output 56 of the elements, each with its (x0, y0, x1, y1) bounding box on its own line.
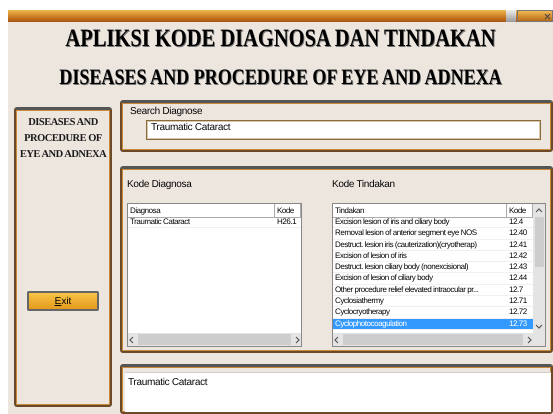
table-cell-text: 12.44 (508, 273, 528, 284)
table-row[interactable]: Destruct. lesion iris (cauterization)(cryotherap) 12.41 (333, 240, 533, 251)
side-panel-title: DISEASES AND PROCEDURE OF EYE AND ADNEXA (18, 116, 108, 162)
exit-button[interactable]: Exit (27, 291, 99, 311)
vertical-scrollbar[interactable] (533, 204, 545, 346)
table-row[interactable]: Removal lesion of anterior segment eye NOS 12.40 (333, 228, 533, 240)
column-header[interactable]: Diagnosa (128, 204, 275, 218)
column-header[interactable]: Tindakan (333, 204, 507, 218)
table-cell-text: Excision lesion of iris and ciliary body (334, 217, 450, 228)
scroll-left-icon[interactable] (333, 336, 341, 344)
tindakan-label: Kode Tindakan (332, 179, 396, 191)
search-label: Search Diagnose (130, 106, 204, 118)
table-cell-text: H26.1 (276, 217, 298, 228)
table-cell-text: 12.42 (508, 250, 528, 262)
table-cell-text: 12.73 (508, 318, 528, 329)
table-row[interactable]: Excision of lesion of iris 12.42 (333, 250, 533, 262)
table-cell-text: 12.7 (508, 284, 524, 296)
table-cell-text: Excision of lesion of iris (334, 250, 408, 262)
table-cell-text: Cyclophotocoagulation (334, 318, 408, 329)
diagnosa-label: Kode Diagnosa (127, 179, 193, 191)
table-cell-text: Destruct. lesion iris (cauterization)(cryotherap) (334, 240, 478, 250)
table-row[interactable]: Destruct. lesion ciliary body (nonexcisional) 12.43 (333, 262, 533, 274)
table-cell-text: 12.71 (508, 296, 528, 306)
close-icon (544, 12, 551, 20)
table-cell-text: 12.40 (508, 228, 528, 239)
column-header[interactable]: Kode (275, 204, 301, 218)
scroll-right-icon[interactable] (293, 336, 301, 344)
table-cell-text: 12.72 (508, 307, 528, 318)
scroll-down-icon[interactable] (535, 322, 543, 330)
table-cell-text: 12.41 (508, 240, 528, 250)
horizontal-scrollbar[interactable] (333, 333, 533, 346)
table-cell-text: Traumatic Cataract (129, 217, 191, 228)
scroll-right-icon[interactable] (525, 336, 533, 344)
table-cell-text: Other procedure relief elevated intraocular pr... (334, 284, 480, 296)
table-cell-text: 12.43 (508, 262, 528, 272)
table-cell-text: Cyclosiathermy (334, 296, 385, 306)
close-button[interactable] (517, 10, 553, 22)
tindakan-list[interactable] (332, 203, 546, 347)
table-cell-text: Excision of lesion of ciliary body (334, 273, 434, 284)
app-subheading: DISEASES AND PROCEDURE OF EYE AND ADNEXA (58, 64, 503, 90)
scroll-left-icon[interactable] (128, 336, 136, 344)
table-cell-text: 12.4 (508, 217, 524, 228)
table-cell-text: Cyclocryotherapy (334, 307, 391, 318)
table-cell-text: Destruct. lesion ciliary body (nonexcisional) (334, 262, 470, 272)
table-cell-text: Removal lesion of anterior segment eye NOS (334, 228, 478, 239)
app-heading: APLIKSI KODE DIAGNOSA DAN TINDAKAN (64, 25, 497, 53)
result-field[interactable]: Traumatic Cataract (125, 372, 551, 412)
horizontal-scrollbar[interactable] (128, 333, 301, 346)
table-row[interactable]: Cyclosiathermy 12.71 (333, 296, 533, 308)
search-field[interactable]: Traumatic Cataract (146, 120, 541, 140)
table-row[interactable]: Excision lesion of iris and ciliary body 12.4 (333, 217, 533, 228)
scroll-up-icon[interactable] (535, 207, 543, 215)
diagnosa-list[interactable]: Diagnosa Kode Traumatic Cataract H26.1 (127, 203, 302, 347)
table-row[interactable]: Excision of lesion of ciliary body 12.44 (333, 273, 533, 285)
table-row[interactable]: Other procedure relief elevated intraocular pr... 12.7 (333, 284, 533, 296)
table-row[interactable]: Traumatic Cataract H26.1 (128, 217, 301, 228)
